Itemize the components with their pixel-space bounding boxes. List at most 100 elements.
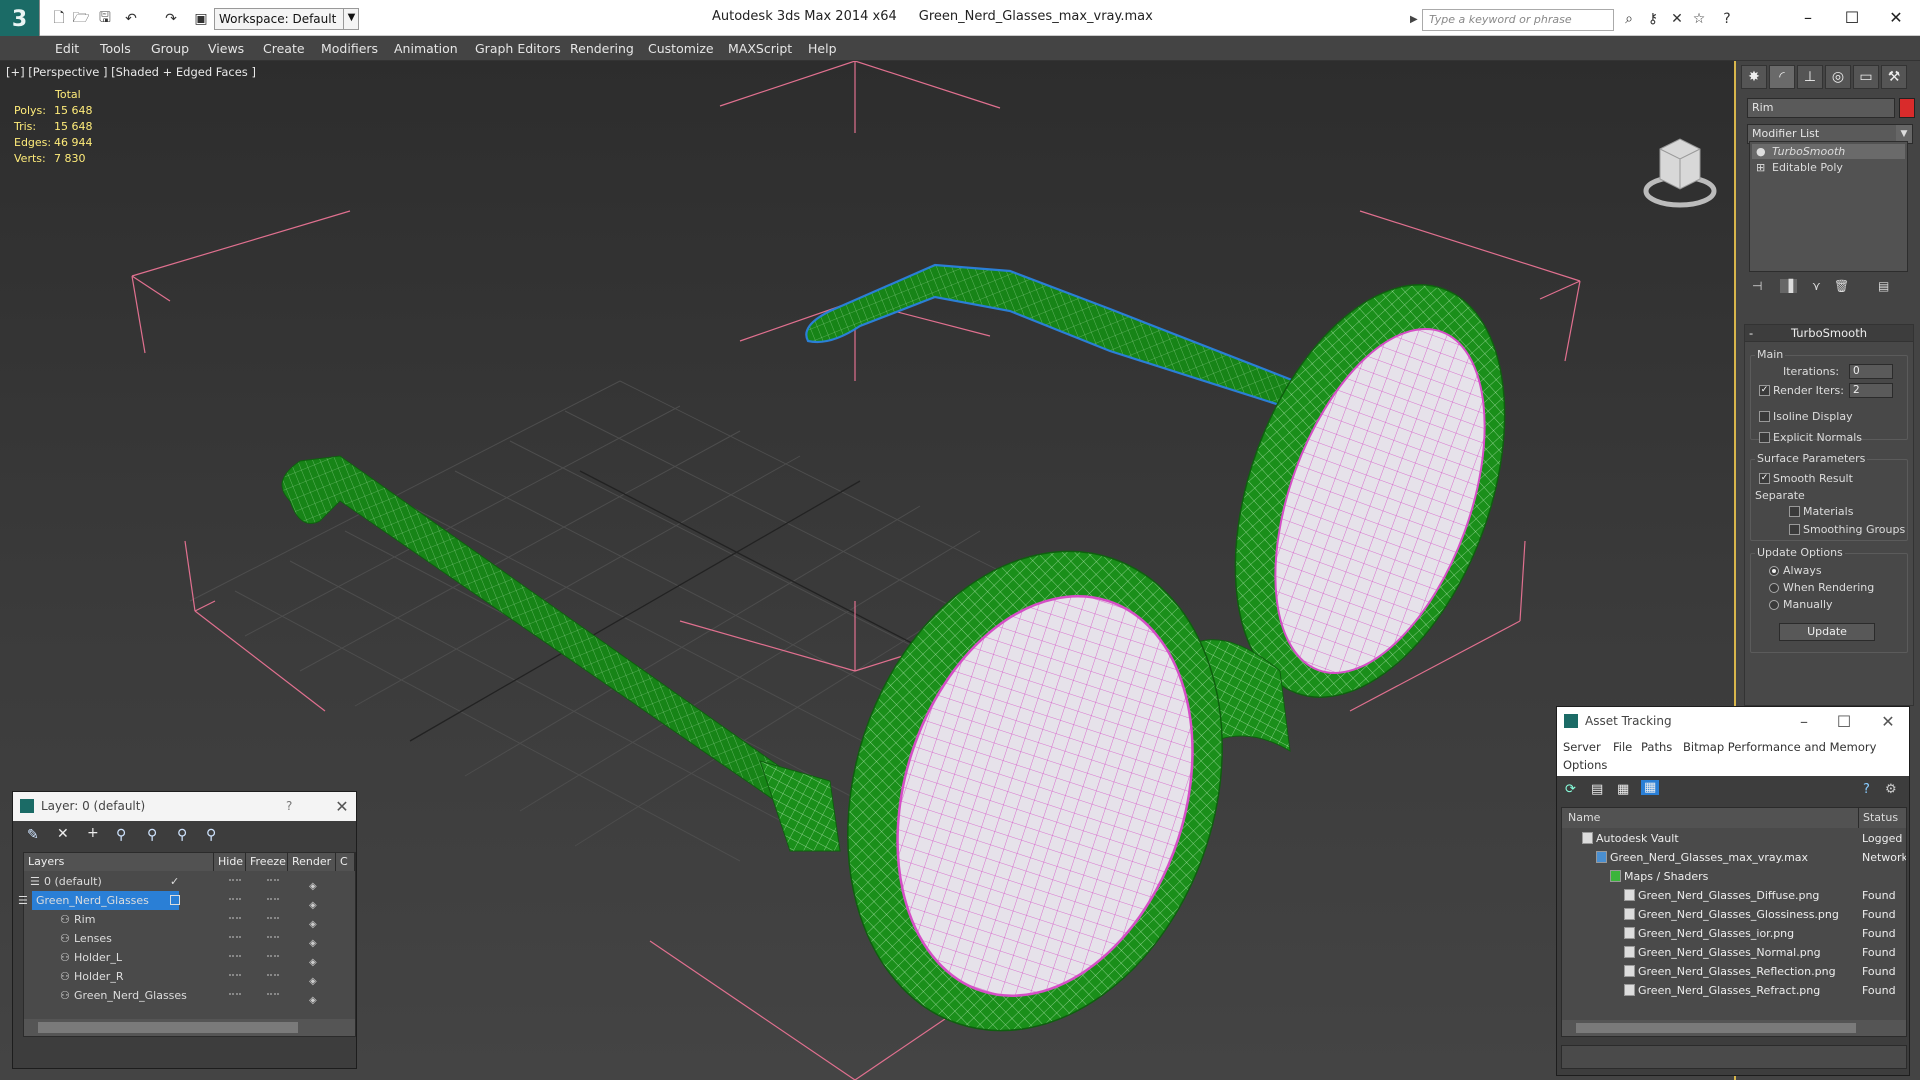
manually-radio[interactable] [1769,600,1779,610]
explicit-normals-checkbox[interactable] [1759,432,1770,443]
save-icon[interactable]: 🖫 [94,8,116,30]
close-button[interactable]: ✕ [1876,4,1916,32]
stack-item-editable-poly[interactable]: ⊞ Editable Poly [1752,160,1905,175]
refresh-icon[interactable]: ⟳ [1565,782,1576,797]
layer-row[interactable]: ⚇ Green_Nerd_Glasses ◈ [24,986,354,1006]
object-name-field[interactable]: Rim [1747,98,1895,118]
materials-checkbox[interactable] [1789,506,1800,517]
asset-row[interactable]: Green_Nerd_Glasses_Refract.png Found [1562,981,1906,1000]
freeze-toggle[interactable] [267,974,279,977]
smooth-result-checkbox[interactable]: ✓ [1759,473,1770,484]
hide-toggle[interactable] [229,879,241,882]
asset-row[interactable]: Green_Nerd_Glasses_max_vray.max Network [1562,848,1906,867]
hierarchy-tab-icon[interactable]: ⊥ [1797,65,1823,89]
isoline-checkbox[interactable] [1759,411,1770,422]
layer-row[interactable]: ⚇ Holder_R ◈ [24,967,354,987]
utilities-tab-icon[interactable]: ⚒ [1881,65,1907,89]
scrollbar-thumb[interactable] [38,1022,298,1033]
scrollbar-thumb[interactable] [1576,1023,1856,1033]
menu-tools[interactable]: Tools [100,41,131,56]
smoothing-groups-checkbox[interactable] [1789,524,1800,535]
communication-icon[interactable]: ✕ [1668,10,1686,28]
always-radio[interactable] [1769,566,1779,576]
layer-row[interactable]: ⚇ Lenses ◈ [24,929,354,949]
hide-all-icon[interactable]: ⚲ [177,827,187,843]
col-hide[interactable]: Hide [214,853,246,871]
star-icon[interactable]: ☆ [1690,10,1708,28]
asset-row[interactable]: Green_Nerd_Glasses_Normal.png Found [1562,943,1906,962]
menu-maxscript[interactable]: MAXScript [728,41,792,56]
minimize-button[interactable]: – [1788,4,1828,32]
layer-row[interactable]: ⚇ Holder_L ◈ [24,948,354,968]
iterations-spinner[interactable]: 0 [1849,364,1893,379]
remove-modifier-icon[interactable]: 🗑 [1834,279,1849,293]
asset-path-field[interactable] [1561,1045,1907,1069]
menu-help[interactable]: Help [808,41,837,56]
hide-toggle[interactable] [229,936,241,939]
thumbnail-view-icon[interactable]: ▦ [1617,782,1629,797]
search-expand-icon[interactable]: ▶ [1410,9,1418,31]
new-file-icon[interactable]: 🗋 [48,8,70,30]
undo-icon[interactable]: ↶ [120,8,142,30]
lightbulb-icon[interactable]: ● [1756,144,1766,159]
render-iters-spinner[interactable]: 2 [1849,383,1893,398]
maximize-icon[interactable]: ☐ [1829,707,1859,736]
freeze-toggle[interactable] [267,993,279,996]
show-end-result-icon[interactable]: ▐ [1780,279,1798,293]
maximize-button[interactable]: ☐ [1832,4,1872,32]
help-icon[interactable]: ? [1863,782,1870,797]
menu-rendering[interactable]: Rendering [570,41,634,56]
freeze-toggle[interactable] [267,879,279,882]
menu-graph-editors[interactable]: Graph Editors [475,41,561,56]
col-name[interactable]: Name [1568,808,1600,828]
when-rendering-radio[interactable] [1769,583,1779,593]
open-file-icon[interactable]: 🗁 [70,8,92,30]
col-freeze[interactable]: Freeze [246,853,288,871]
configure-sets-icon[interactable]: ▤ [1878,279,1889,293]
binoculars-icon[interactable]: ⌕ [1620,10,1638,28]
workspace-select[interactable]: Workspace: Default [214,8,359,30]
current-layer-check-icon[interactable]: ✓ [170,872,179,891]
menu-customize[interactable]: Customize [648,41,714,56]
chevron-down-icon[interactable]: ▼ [343,8,359,30]
freeze-toggle[interactable] [267,917,279,920]
render-iters-checkbox[interactable]: ✓ [1759,385,1770,396]
modify-tab-icon[interactable]: ◜ [1769,65,1795,89]
settings-icon[interactable]: ⚙ [1885,782,1897,797]
table-view-icon[interactable]: ▦ [1641,780,1660,795]
menu-file[interactable]: File [1613,740,1632,754]
list-view-icon[interactable]: ▤ [1591,782,1603,797]
hide-toggle[interactable] [229,917,241,920]
col-color[interactable]: C [336,853,355,871]
key-icon[interactable]: ⚷ [1644,10,1662,28]
create-layer-icon[interactable]: ✎ [27,827,39,843]
update-button[interactable]: Update [1779,623,1875,641]
delete-layer-icon[interactable]: ✕ [57,826,69,842]
menu-views[interactable]: Views [208,41,244,56]
menu-modifiers[interactable]: Modifiers [321,41,378,56]
hide-toggle[interactable] [229,974,241,977]
object-color-swatch[interactable] [1899,98,1915,118]
asset-row[interactable]: Maps / Shaders [1562,867,1906,886]
col-layers[interactable]: Layers [24,853,214,871]
rollout-header[interactable]: - TurboSmooth [1745,325,1913,342]
col-render[interactable]: Render [288,853,336,871]
menu-bitmap-performance[interactable]: Bitmap Performance and Memory [1683,740,1876,754]
render-teapot-icon[interactable]: ◈ [309,991,317,1010]
layer-row[interactable]: ☰ 0 (default) ✓ ◈ [24,872,354,892]
menu-options[interactable]: Options [1563,758,1607,772]
minimize-icon[interactable]: – [1789,707,1819,736]
stack-item-turbosmooth[interactable]: ● TurboSmooth [1752,144,1905,159]
display-tab-icon[interactable]: ▭ [1853,65,1879,89]
motion-tab-icon[interactable]: ◎ [1825,65,1851,89]
hide-toggle[interactable] [229,955,241,958]
help-icon[interactable]: ? [1718,10,1736,28]
asset-row[interactable]: Green_Nerd_Glasses_ior.png Found [1562,924,1906,943]
layer-row[interactable]: ⚇ Rim ◈ [24,910,354,930]
collapse-icon[interactable]: - [1749,325,1753,342]
expand-plus-icon[interactable]: ⊞ [1756,160,1765,175]
col-status[interactable]: Status [1858,808,1898,828]
layer-row[interactable]: ☰ Green_Nerd_Glasses ◈ [18,891,354,911]
pin-stack-icon[interactable]: ⊣ [1752,279,1762,293]
make-unique-icon[interactable]: ⋎ [1812,279,1821,293]
